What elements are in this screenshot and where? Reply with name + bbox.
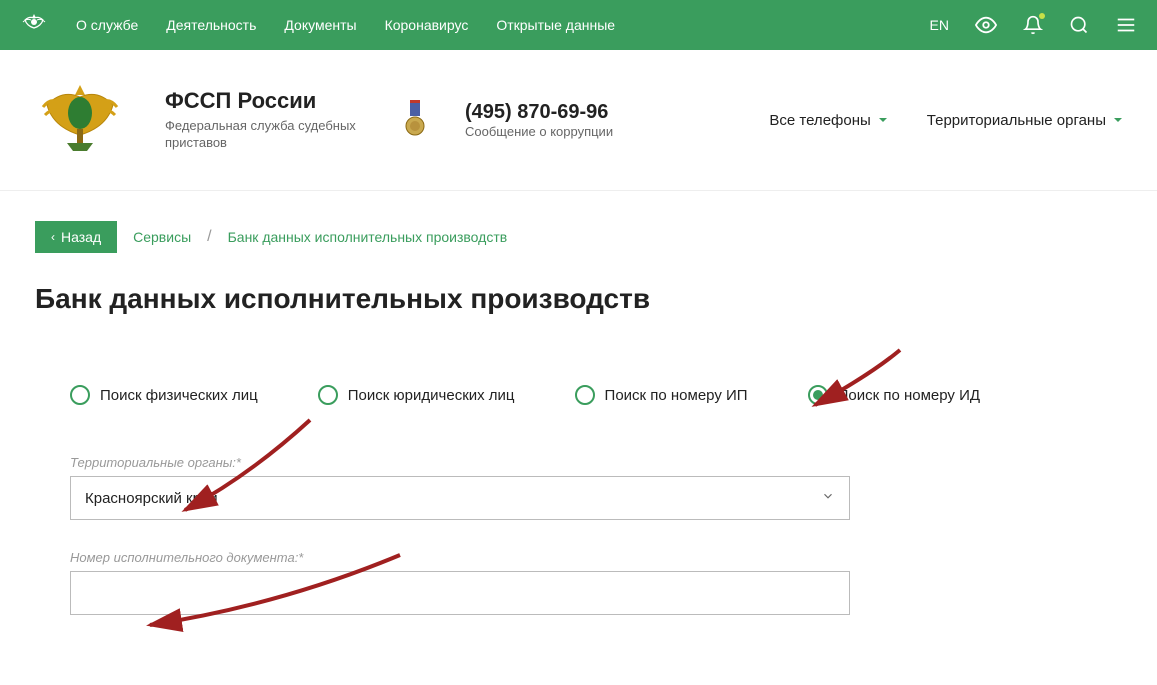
chevron-down-icon (821, 489, 835, 508)
back-label: Назад (61, 229, 101, 245)
header: ФССП России Федеральная служба судебных … (0, 50, 1157, 191)
search-tabs: Поиск физических лиц Поиск юридических л… (70, 385, 1087, 405)
radio-icon (808, 385, 828, 405)
territory-field: Территориальные органы:* Красноярский кр… (70, 455, 850, 520)
territorial-link[interactable]: Территориальные органы (927, 112, 1122, 129)
tab-label: Поиск физических лиц (100, 387, 258, 404)
emblem-icon (20, 11, 48, 39)
chevron-down-icon (1114, 118, 1122, 122)
radio-icon (318, 385, 338, 405)
search-icon[interactable] (1069, 15, 1089, 35)
header-links: Все телефоны Территориальные органы (769, 112, 1122, 129)
docnum-input[interactable] (85, 572, 835, 614)
all-phones-label: Все телефоны (769, 112, 870, 129)
nav-opendata[interactable]: Открытые данные (496, 17, 615, 33)
territorial-label: Территориальные органы (927, 112, 1106, 129)
page-title: Банк данных исполнительных производств (0, 263, 1157, 345)
navbar: О службе Деятельность Документы Коронави… (0, 0, 1157, 50)
header-phone: (495) 870-69-96 Сообщение о коррупции (465, 101, 613, 139)
site-title: ФССП России Федеральная служба судебных … (165, 88, 365, 152)
phone-number: (495) 870-69-96 (465, 101, 613, 124)
navbar-left: О службе Деятельность Документы Коронави… (20, 11, 615, 39)
docnum-label: Номер исполнительного документа:* (70, 550, 850, 565)
site-title-text: ФССП России (165, 88, 365, 114)
nav-coronavirus[interactable]: Коронавирус (385, 17, 469, 33)
lang-switch[interactable]: EN (930, 17, 949, 33)
radio-icon (575, 385, 595, 405)
territory-value: Красноярский край (85, 490, 218, 507)
crumb-current: Банк данных исполнительных производств (228, 229, 508, 245)
tab-label: Поиск юридических лиц (348, 387, 515, 404)
tab-individuals[interactable]: Поиск физических лиц (70, 385, 258, 405)
eye-icon[interactable] (975, 14, 997, 36)
medal-icon (405, 100, 425, 140)
nav-documents[interactable]: Документы (284, 17, 356, 33)
docnum-field: Номер исполнительного документа:* (70, 550, 850, 615)
tab-label: Поиск по номеру ИП (605, 387, 748, 404)
logo-icon (35, 75, 125, 165)
crumb-services[interactable]: Сервисы (133, 229, 191, 245)
chevron-down-icon (879, 118, 887, 122)
menu-icon[interactable] (1115, 14, 1137, 36)
radio-icon (70, 385, 90, 405)
back-button[interactable]: ‹ Назад (35, 221, 117, 253)
all-phones-link[interactable]: Все телефоны (769, 112, 886, 129)
tab-legal[interactable]: Поиск юридических лиц (318, 385, 515, 405)
phone-sub: Сообщение о коррупции (465, 124, 613, 139)
territory-label: Территориальные органы:* (70, 455, 850, 470)
nav-activity[interactable]: Деятельность (166, 17, 256, 33)
breadcrumb: ‹ Назад Сервисы / Банк данных исполнител… (0, 191, 1157, 263)
crumb-separator: / (207, 228, 211, 246)
territory-select[interactable]: Красноярский край (70, 476, 850, 520)
tab-ip-number[interactable]: Поиск по номеру ИП (575, 385, 748, 405)
tab-label: Поиск по номеру ИД (838, 387, 980, 404)
site-subtitle: Федеральная служба судебных приставов (165, 118, 365, 152)
search-section: Поиск физических лиц Поиск юридических л… (0, 345, 1157, 675)
notification-dot (1039, 13, 1045, 19)
nav-about[interactable]: О службе (76, 17, 138, 33)
bell-icon[interactable] (1023, 15, 1043, 35)
navbar-right: EN (930, 14, 1137, 36)
docnum-input-wrap (70, 571, 850, 615)
chevron-left-icon: ‹ (51, 230, 55, 244)
tab-id-number[interactable]: Поиск по номеру ИД (808, 385, 980, 405)
